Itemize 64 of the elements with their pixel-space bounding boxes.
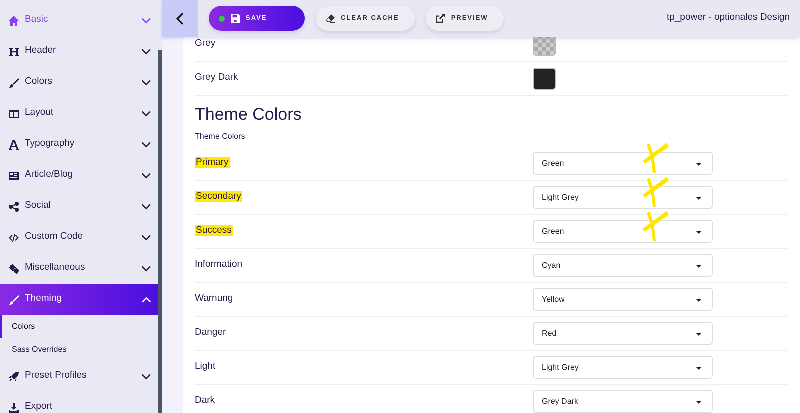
field-label: Information [195,259,243,270]
page-title: tp_power - optionales Design [666,11,790,26]
chevron-down-icon [142,374,151,380]
chevron-down-icon [142,204,151,210]
section-subheading: Theme Colors [195,132,246,142]
sidebar-item[interactable]: Header [0,36,158,67]
rocket-icon [9,372,19,382]
sidebar-item[interactable]: Miscellaneous [0,253,158,284]
color-dropdown[interactable]: Grey Dark [533,390,713,413]
chevron-down-icon [142,234,151,240]
color-dropdown[interactable]: Red [533,322,713,345]
chevron-down-icon [142,266,151,272]
eraser-icon [326,14,335,23]
field-label: Success [195,225,233,236]
field-label: Grey Dark [195,71,240,86]
save-icon [231,14,240,23]
color-dropdown[interactable]: Yellow [533,288,713,311]
section-heading: Theme Colors [195,106,303,123]
field-label: Secondary [195,191,242,202]
chevron-down-icon [142,48,151,54]
sidebar-item[interactable]: Custom Code [0,222,158,253]
field-label: Danger [195,327,226,338]
field-label: Warnung [195,293,234,304]
color-swatch[interactable] [533,68,556,90]
field-label: Grey [195,37,217,52]
color-dropdown[interactable]: Light Grey [533,186,713,209]
chevron-down-icon [142,80,151,86]
color-dropdown[interactable]: Cyan [533,254,713,277]
chevron-left-icon [176,12,184,24]
color-swatch[interactable] [533,37,556,56]
brush-icon [9,294,19,304]
external-link-icon [436,14,446,23]
sidebar-item[interactable]: Theming [0,284,158,315]
sidebar-item[interactable]: Layout [0,98,158,129]
scrollbar[interactable] [158,50,162,413]
color-dropdown[interactable]: Light Grey [533,356,713,379]
sidebar-item[interactable]: Basic [0,5,158,36]
chevron-down-icon [142,142,151,148]
heading-icon [9,46,19,56]
chevron-down-icon [142,110,151,116]
sidebar-item[interactable]: Export [0,392,158,413]
sidebar-item[interactable]: Article/Blog [0,160,158,191]
field-label: Primary [195,157,230,168]
submenu-item[interactable]: Sass Overrides [0,338,158,361]
home-icon [9,16,19,26]
sidebar-item[interactable]: Social [0,191,158,222]
chevron-up-icon [142,296,151,302]
sidebar-item[interactable]: Colors [0,67,158,98]
share-icon [9,202,19,212]
download-icon [9,402,19,412]
code-icon [9,232,19,242]
field-label: Dark [195,395,216,406]
brush-icon [9,78,19,88]
columns-icon [9,108,19,118]
chevron-down-icon [142,172,151,178]
color-dropdown[interactable]: Green [533,152,713,175]
chevron-down-icon [142,18,151,24]
field-label: Light [195,361,216,372]
sidebar-item[interactable]: Typography [0,129,158,160]
newspaper-icon [9,170,19,180]
sidebar-item[interactable]: Preset Profiles [0,361,158,392]
color-dropdown[interactable]: Green [533,220,713,243]
font-icon [9,140,19,150]
collapse-button[interactable] [162,0,198,37]
